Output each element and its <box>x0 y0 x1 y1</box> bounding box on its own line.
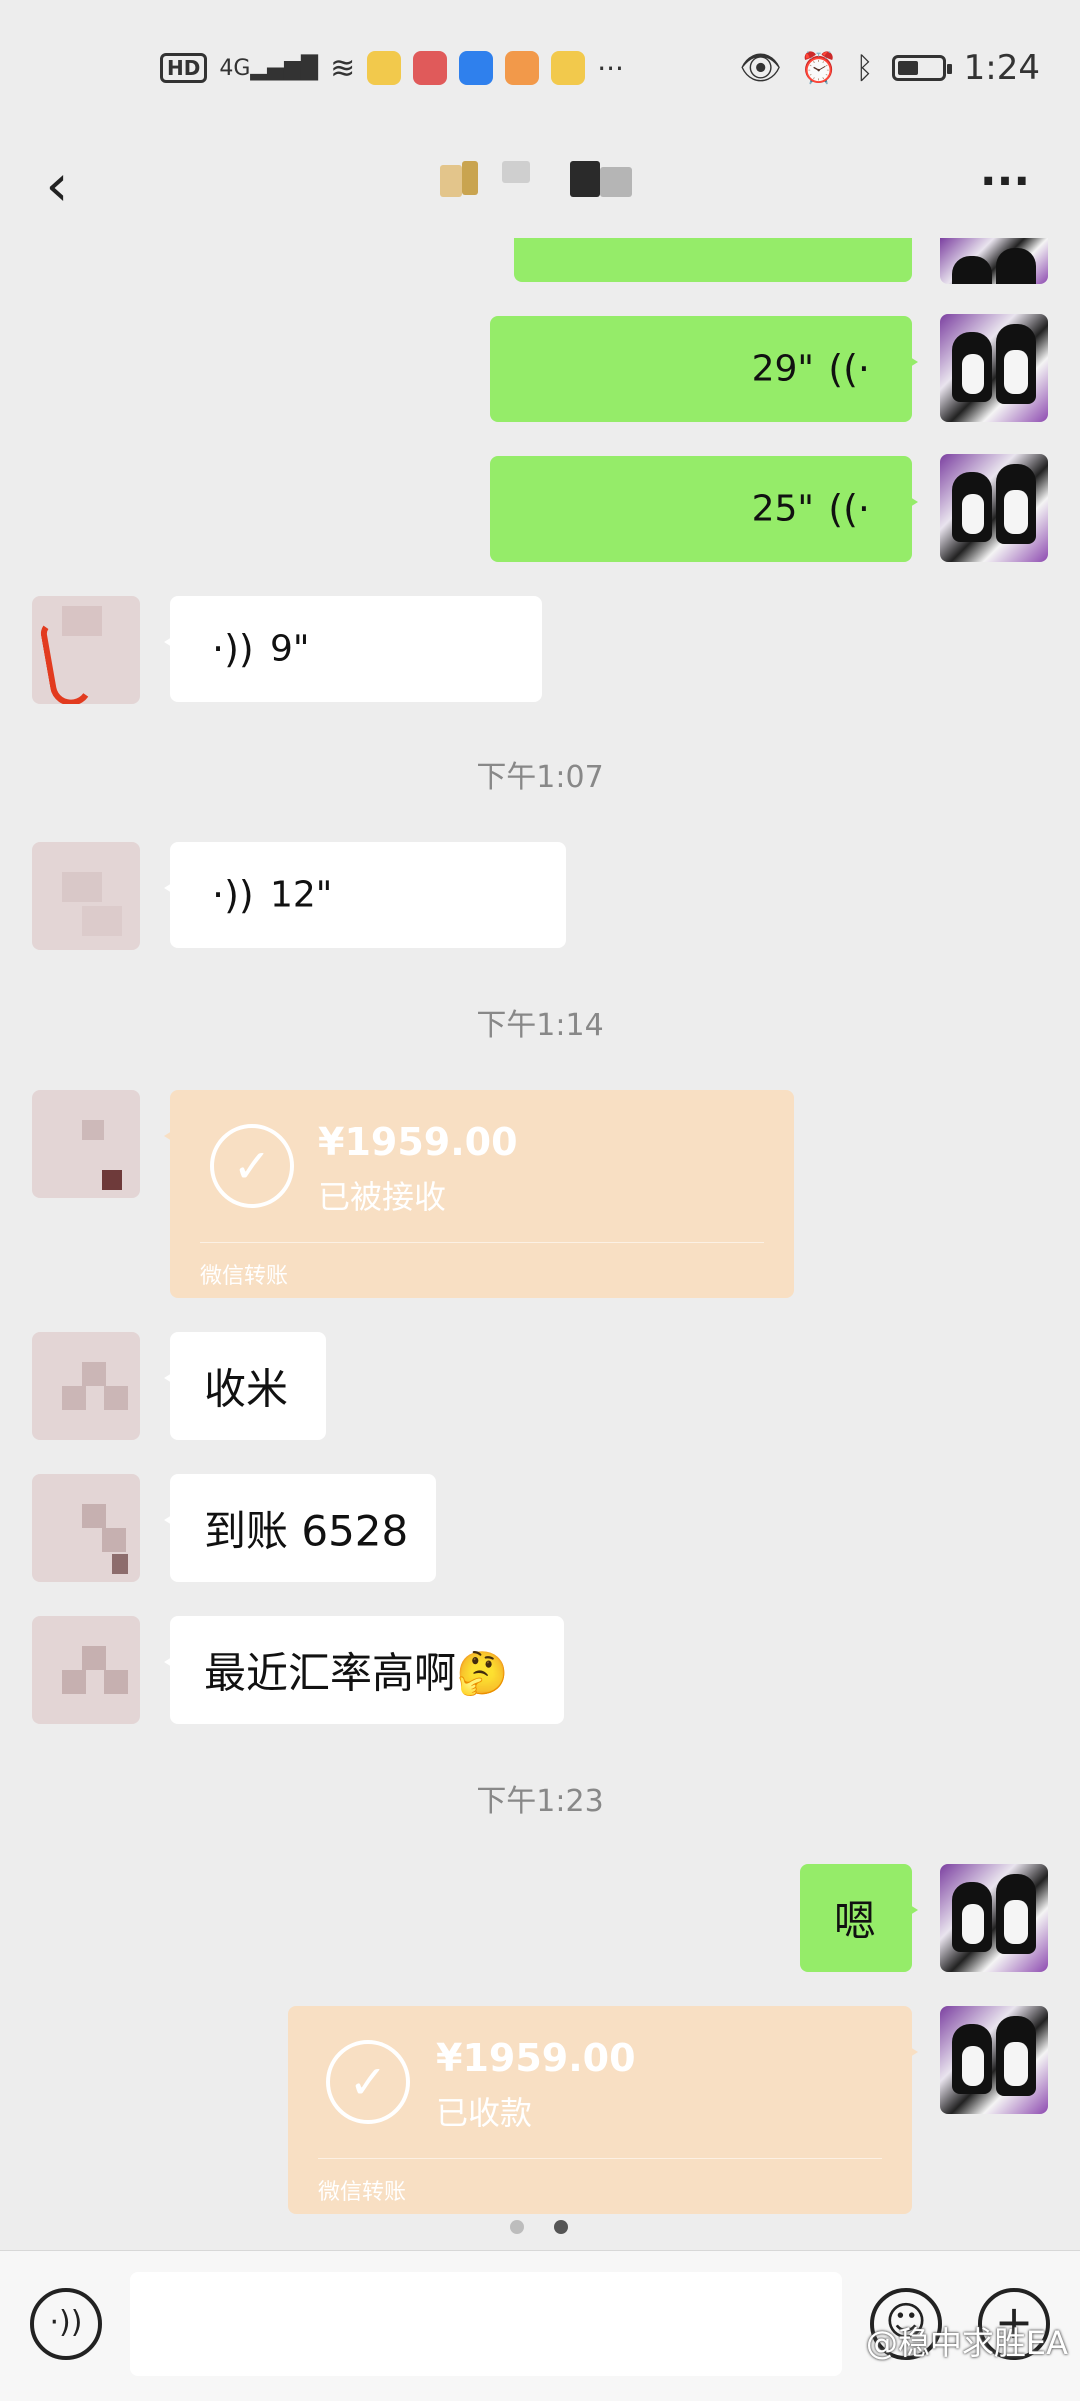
avatar-contact[interactable] <box>32 842 140 950</box>
back-button[interactable]: ‹ <box>32 150 82 220</box>
avatar-contact[interactable] <box>32 1616 140 1724</box>
transfer-amount: ¥1959.00 <box>436 2036 636 2080</box>
app-icon-news <box>367 51 402 85</box>
voice-duration: 29" <box>751 348 814 390</box>
watermark: @稳中求胜EA <box>865 2324 1068 2362</box>
app-icon-yellow <box>551 51 586 85</box>
transfer-divider <box>318 2158 882 2159</box>
network-type: 4G <box>219 55 251 81</box>
voice-wave-icon: ·)) <box>212 873 254 917</box>
more-button[interactable]: ··· <box>970 150 1040 220</box>
avatar-contact[interactable] <box>32 1332 140 1440</box>
message-input[interactable] <box>130 2272 842 2376</box>
voice-input-button[interactable]: ·)) <box>30 2288 102 2360</box>
avatar-me[interactable] <box>940 2006 1048 2114</box>
status-bar-left: HD 4G▂▄▆█ ≋ ··· <box>160 44 624 92</box>
overflow-notifications: ··· <box>597 51 624 85</box>
avatar-contact[interactable] <box>32 1474 140 1582</box>
app-icon-blue <box>459 51 494 85</box>
voice-wave-icon: ((· <box>828 347 870 391</box>
page-indicator-dot <box>510 2220 524 2234</box>
check-icon: ✓ <box>326 2040 410 2124</box>
page-indicator-dot-active <box>554 2220 568 2234</box>
text-message-sent[interactable]: 嗯 <box>800 1864 918 1972</box>
transfer-status: 已收款 <box>436 2094 533 2132</box>
avatar-me[interactable] <box>940 454 1048 562</box>
transfer-card-sent[interactable]: ✓ ¥1959.00 已收款 微信转账 <box>288 2006 918 2214</box>
voice-message-sent[interactable]: 29" ((· <box>490 316 918 422</box>
avatar-me[interactable] <box>940 1864 1048 1972</box>
timestamp: 下午1:07 <box>476 760 604 795</box>
transfer-footer: 微信转账 <box>200 1264 289 1289</box>
transfer-card-received[interactable]: ✓ ¥1959.00 已被接收 微信转账 <box>164 1090 794 1298</box>
wifi-icon: ≋ <box>330 50 356 86</box>
message-text: 嗯 <box>834 1896 877 1946</box>
avatar-me[interactable] <box>940 238 1048 284</box>
battery-icon <box>891 55 952 81</box>
app-icon-video <box>505 51 540 85</box>
voice-wave-icon: ((· <box>828 487 870 531</box>
voice-message-received[interactable]: ·)) 12" <box>164 842 566 948</box>
transfer-divider <box>200 1242 764 1243</box>
voice-duration: 25" <box>751 488 814 530</box>
voice-wave-icon: ·)) <box>212 627 254 671</box>
bluetooth-icon: ᛒ <box>855 50 874 86</box>
transfer-status: 已被接收 <box>318 1178 447 1216</box>
hd-icon: HD <box>160 53 208 83</box>
message-text: 收米 <box>204 1364 289 1414</box>
text-message-received[interactable]: 收米 <box>164 1332 326 1440</box>
check-icon: ✓ <box>210 1124 294 1208</box>
avatar-contact[interactable] <box>32 1090 140 1198</box>
signal-icon: 4G▂▄▆█ <box>219 55 319 81</box>
clock: 1:24 <box>963 48 1040 88</box>
timestamp: 下午1:23 <box>476 1784 604 1819</box>
alarm-icon: ⏰ <box>800 50 838 86</box>
voice-duration: 9" <box>270 628 310 670</box>
timestamp: 下午1:14 <box>476 1008 604 1043</box>
avatar-contact[interactable] <box>32 596 140 704</box>
voice-bubble-partial[interactable] <box>514 238 912 282</box>
transfer-footer: 微信转账 <box>318 2180 407 2205</box>
avatar-me[interactable] <box>940 314 1048 422</box>
message-text: 最近汇率高啊🤔 <box>204 1648 509 1698</box>
app-icon-reader <box>413 51 448 85</box>
text-message-received[interactable]: 到账 6528 <box>164 1474 436 1582</box>
status-bar-right: 👁 ⏰ ᛒ 1:24 <box>739 44 1040 92</box>
chat-title-blurred[interactable] <box>430 155 650 205</box>
text-message-received[interactable]: 最近汇率高啊🤔 <box>164 1616 564 1724</box>
voice-message-sent[interactable]: 25" ((· <box>490 456 918 562</box>
eye-icon: 👁 <box>739 48 783 88</box>
transfer-amount: ¥1959.00 <box>318 1120 518 1164</box>
voice-duration: 12" <box>270 874 333 916</box>
message-text: 到账 6528 <box>204 1506 409 1556</box>
voice-message-received[interactable]: ·)) 9" <box>164 596 542 702</box>
